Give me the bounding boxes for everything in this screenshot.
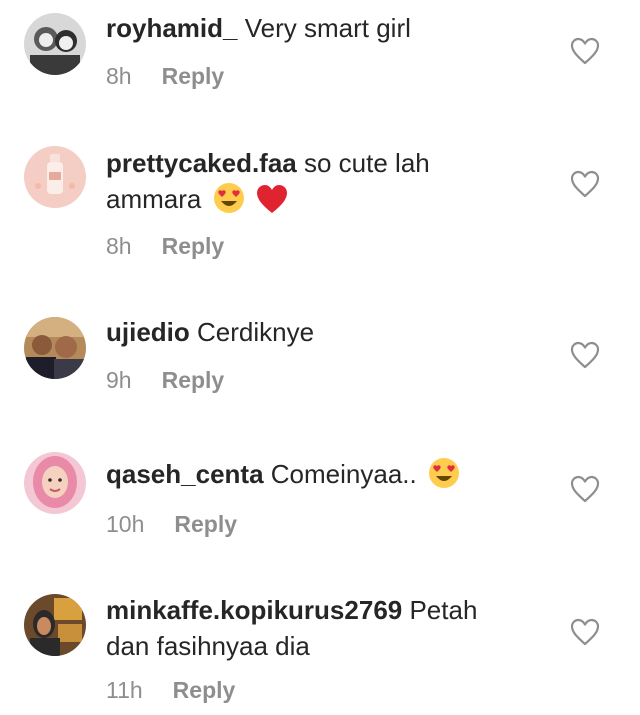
avatar[interactable] [24, 146, 86, 208]
avatar[interactable] [24, 594, 86, 656]
comment-text: dan fasihnyaa dia [106, 631, 310, 661]
comment-body: prettycaked.faa so cute lah ammara [106, 145, 546, 223]
heart-outline-icon[interactable] [570, 341, 600, 369]
avatar[interactable] [24, 452, 86, 514]
comment-timestamp: 11h [106, 677, 143, 703]
comment-meta: 8h Reply [106, 231, 224, 261]
heart-outline-icon[interactable] [570, 170, 600, 198]
cafe-sign-photo [24, 594, 86, 656]
comment-meta: 11h Reply [106, 675, 235, 705]
heart-outline-icon[interactable] [570, 618, 600, 646]
comment-text: Comeinyaa.. [270, 459, 417, 489]
comment-text: Very smart girl [244, 13, 411, 43]
comment-body: ujiedio Cerdiknye [106, 314, 546, 350]
comment-meta: 8h Reply [106, 61, 224, 91]
comment-list: royhamid_ Very smart girl 8h Reply pretty… [0, 0, 640, 715]
comment-username[interactable]: qaseh_centa [106, 459, 264, 489]
comment-body: minkaffe.kopikurus2769 Petah dan fasihny… [106, 592, 546, 664]
comment-text: so cute lah [304, 148, 430, 178]
red-heart-emoji [256, 184, 288, 223]
user-photo-two-people-bw [24, 13, 86, 75]
reply-button[interactable]: Reply [162, 367, 225, 393]
avatar[interactable] [24, 13, 86, 75]
comment-username[interactable]: minkaffe.kopikurus2769 [106, 595, 402, 625]
reply-button[interactable]: Reply [162, 63, 225, 89]
comment-body: royhamid_ Very smart girl [106, 10, 546, 46]
heart-eyes-emoji [213, 182, 245, 223]
comment-text: Petah [409, 595, 478, 625]
comment-text: ammara [106, 184, 202, 214]
comment-body: qaseh_centa Comeinyaa.. [106, 456, 546, 498]
pink-bottle-product-photo [24, 146, 86, 208]
comment-text: Cerdiknye [197, 317, 315, 347]
heart-eyes-emoji [428, 457, 460, 498]
comment-username[interactable]: prettycaked.faa [106, 148, 297, 178]
reply-button[interactable]: Reply [174, 511, 237, 537]
group-selfie-photo [24, 317, 86, 379]
comment-timestamp: 10h [106, 511, 145, 537]
heart-outline-icon[interactable] [570, 475, 600, 503]
heart-outline-icon[interactable] [570, 37, 600, 65]
avatar[interactable] [24, 317, 86, 379]
comment-username[interactable]: ujiedio [106, 317, 190, 347]
comment-username[interactable]: royhamid_ [106, 13, 238, 43]
comment-timestamp: 9h [106, 367, 132, 393]
comment-meta: 10h Reply [106, 509, 237, 539]
woman-pink-hijab-photo [24, 452, 86, 514]
reply-button[interactable]: Reply [173, 677, 236, 703]
comment-timestamp: 8h [106, 63, 132, 89]
comment-meta: 9h Reply [106, 365, 224, 395]
reply-button[interactable]: Reply [162, 233, 225, 259]
comment-timestamp: 8h [106, 233, 132, 259]
